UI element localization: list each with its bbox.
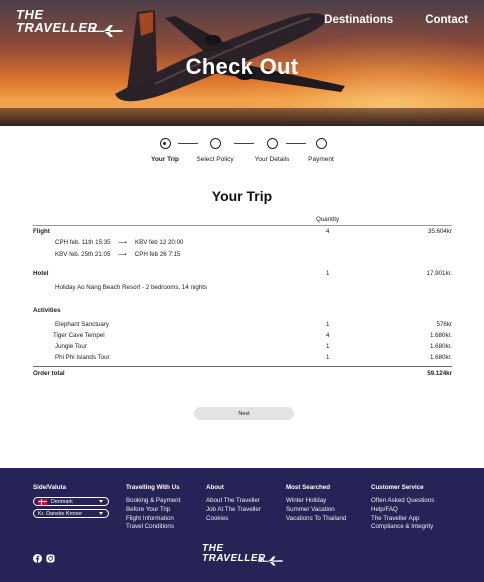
- activity-price: 576kr: [436, 321, 452, 328]
- social-links: [33, 550, 55, 563]
- footer-column-most-searched: Most Searched Winter Holiday Summer Vaca…: [286, 484, 346, 523]
- main-nav: Destinations Contact: [324, 14, 468, 26]
- checkout-steps: Your Trip Select Policy Your Details Pay…: [0, 138, 484, 172]
- footer-link[interactable]: Help/FAQ: [371, 506, 434, 515]
- chevron-down-icon: [99, 500, 103, 503]
- leg-to: KBV feb 12 20:00: [134, 239, 184, 246]
- flight-leg-return: KBV feb. 25th 21:05 ⟶ CPH feb 26 7:15: [55, 251, 180, 258]
- footer-heading: Customer Service: [371, 484, 424, 491]
- flight-price: 35.604kr: [427, 228, 452, 235]
- logo[interactable]: THE TRAVELLER: [16, 8, 123, 37]
- footer-locale: Side/Valuta Denmark Kr. Danske Kroner: [33, 484, 109, 521]
- currency-value: Kr. Danske Kroner: [38, 510, 83, 517]
- footer-link[interactable]: Job At The Traveller: [206, 506, 261, 515]
- footer-link[interactable]: Compliance & Integrity: [371, 523, 434, 532]
- footer-link[interactable]: About The Traveller: [206, 497, 261, 506]
- step-indicator-active: [159, 138, 171, 149]
- header-divider: [33, 225, 452, 226]
- order-total-value: 59.124kr: [427, 370, 452, 377]
- activity-name: Phi Phi Islands Tour: [55, 354, 110, 361]
- activity-name: Elephant Sanctuary: [55, 321, 110, 328]
- instagram-icon[interactable]: [46, 550, 55, 563]
- hero-banner: THE TRAVELLER Destinations Contact Check…: [0, 0, 484, 126]
- step-indicator: [210, 138, 221, 149]
- footer-logo[interactable]: THE TRAVELLER: [202, 544, 284, 566]
- facebook-icon[interactable]: [33, 550, 42, 563]
- hotel-price: 17.901kr.: [426, 270, 452, 277]
- arrow-right-icon: ⟶: [118, 251, 127, 258]
- step-indicator: [266, 138, 278, 149]
- footer-link[interactable]: Before Your Trip: [126, 506, 180, 515]
- country-select[interactable]: Denmark: [33, 497, 109, 506]
- hotel-label: Hotel: [33, 270, 49, 277]
- activity-qty: 1: [326, 354, 330, 361]
- plane-logo-icon: [258, 556, 284, 566]
- chevron-down-icon: [99, 512, 103, 515]
- footer-link[interactable]: Flight Information: [126, 515, 180, 524]
- footer: Side/Valuta Denmark Kr. Danske Kroner Tr…: [0, 468, 484, 582]
- activity-qty: 4: [326, 332, 330, 339]
- nav-destinations[interactable]: Destinations: [324, 14, 393, 26]
- activity-name: Tiger Cave Tempel: [53, 332, 105, 339]
- hotel-detail: Holiday Ao Nang Beach Resort - 2 bedroom…: [55, 284, 208, 291]
- flight-leg-outbound: CPH feb. 11th 15:35 ⟶ KBV feb 12 20:00: [55, 239, 183, 246]
- activity-price: 1.680kr.: [429, 354, 452, 361]
- activity-qty: 1: [326, 343, 330, 350]
- page-title: Check Out: [185, 54, 299, 79]
- nav-contact[interactable]: Contact: [425, 14, 468, 26]
- activity-price: 1.680kr.: [429, 332, 452, 339]
- footer-column-travelling: Travelling With Us Booking & Payment Bef…: [126, 484, 180, 532]
- step-label: Payment: [308, 156, 334, 163]
- currency-select[interactable]: Kr. Danske Kroner: [33, 509, 109, 518]
- hotel-qty: 1: [326, 270, 330, 277]
- footer-heading: Side/Valuta: [33, 484, 67, 491]
- order-total-label: Order total: [33, 370, 65, 377]
- footer-link[interactable]: Travel Conditions: [126, 523, 180, 532]
- flight-qty: 4: [326, 228, 330, 235]
- total-divider: [33, 366, 452, 367]
- activity-price: 1.680kr.: [429, 343, 452, 350]
- footer-link[interactable]: Often Asked Questions: [371, 497, 434, 506]
- quantity-header: Quantity: [316, 216, 340, 223]
- footer-heading: Travelling With Us: [126, 484, 180, 491]
- footer-link[interactable]: Booking & Payment: [126, 497, 180, 506]
- logo-text-line2: TRAVELLER: [16, 20, 98, 35]
- flight-label: Flight: [33, 228, 50, 235]
- footer-link[interactable]: Cookies: [206, 515, 261, 524]
- footer-heading: Most Searched: [286, 484, 331, 491]
- footer-column-customer-service: Customer Service Often Asked Questions H…: [371, 484, 434, 532]
- activity-name: Jungle Tour: [55, 343, 87, 350]
- footer-column-about: About About The Traveller Job At The Tra…: [206, 484, 261, 523]
- activities-label: Activities: [33, 307, 61, 314]
- footer-link[interactable]: Vacations To Thailand: [286, 515, 346, 524]
- footer-link[interactable]: Summer Vacation: [286, 506, 346, 515]
- step-indicator: [315, 138, 327, 149]
- denmark-flag-icon: [38, 498, 47, 505]
- next-button[interactable]: Next: [194, 407, 294, 420]
- arrow-right-icon: ⟶: [118, 239, 128, 246]
- country-value: Denmark: [51, 498, 73, 505]
- step-payment[interactable]: Payment: [281, 138, 361, 163]
- leg-from: KBV feb. 25th 21:05: [55, 251, 111, 258]
- activity-qty: 1: [326, 321, 330, 328]
- footer-heading: About: [206, 484, 224, 491]
- footer-link[interactable]: The Traveller App: [371, 515, 434, 524]
- leg-from: CPH feb. 11th 15:35: [55, 239, 111, 246]
- section-title: Your Trip: [211, 188, 273, 204]
- footer-link[interactable]: Winter Holiday: [286, 497, 346, 506]
- logo-text-line2: TRAVELLER: [202, 553, 266, 564]
- plane-logo-icon: [90, 25, 123, 37]
- leg-to: CPH feb 26 7:15: [134, 251, 181, 258]
